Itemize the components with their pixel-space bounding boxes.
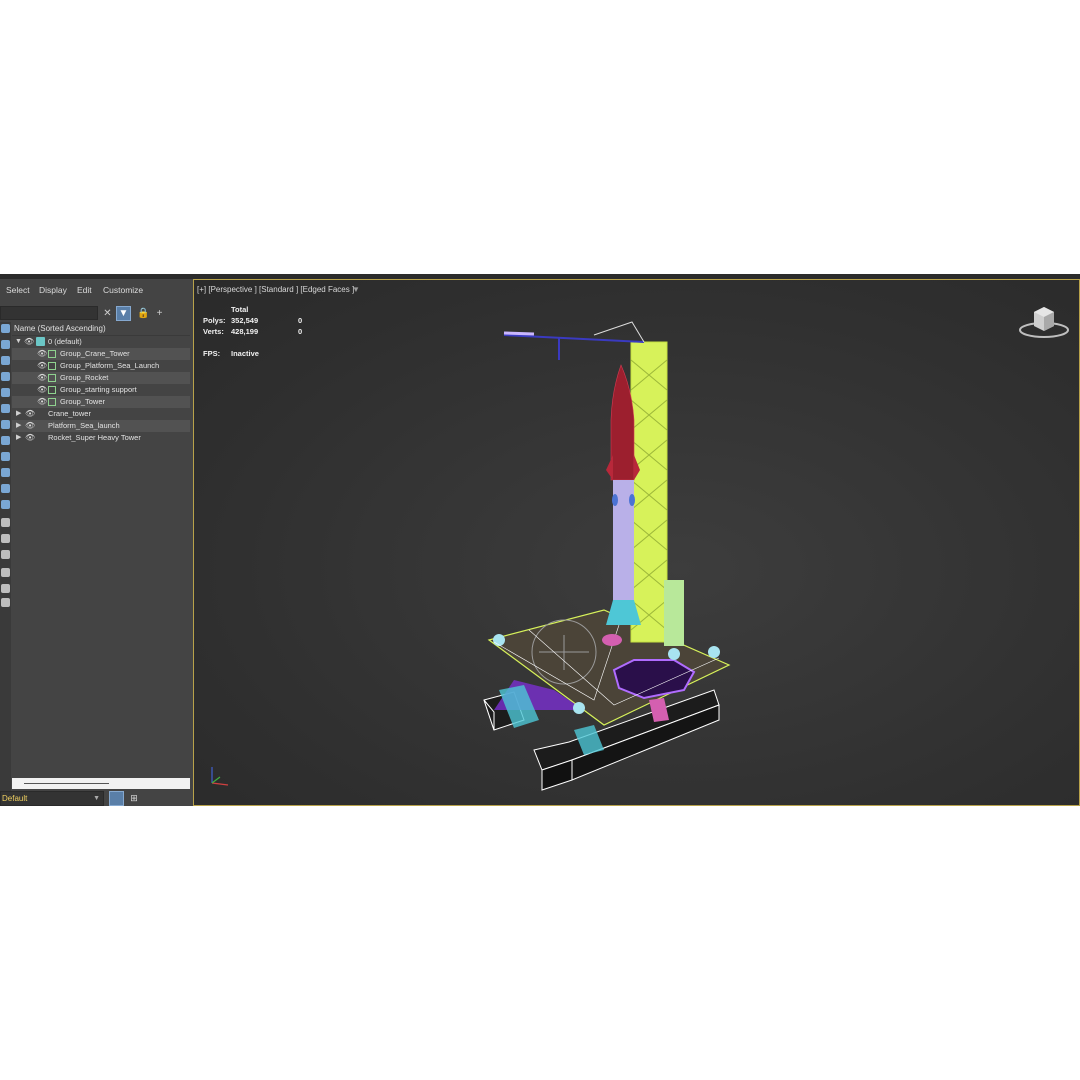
- explorer-tool-strip: [0, 322, 11, 802]
- visibility-eye-icon[interactable]: 👁: [37, 348, 47, 360]
- tree-column-header[interactable]: Name (Sorted Ascending): [12, 323, 190, 336]
- display-bones-icon[interactable]: [1, 452, 10, 461]
- display-cameras-icon[interactable]: [1, 372, 10, 381]
- layer-icon: [36, 337, 45, 346]
- display-helpers-icon[interactable]: [1, 388, 10, 397]
- scene-explorer-panel: Select Display Edit Customize ✕ ▼ 🔒 + Na…: [0, 279, 192, 806]
- tree-row-label: Group_starting support: [60, 385, 137, 394]
- filter-toggle-icon[interactable]: [1, 568, 10, 577]
- expand-arrow-icon[interactable]: ▶: [16, 420, 21, 432]
- tree-row-group[interactable]: 👁 Group_Platform_Sea_Launch: [12, 360, 190, 372]
- axis-tripod-icon: [211, 767, 229, 786]
- menu-customize[interactable]: Customize: [103, 285, 143, 295]
- tree-row-label: Platform_Sea_launch: [48, 421, 120, 430]
- tree-row-group[interactable]: 👁 Group_Crane_Tower: [12, 348, 190, 360]
- scene-render[interactable]: [194, 280, 1080, 807]
- scene-tree: Name (Sorted Ascending) ▼ 👁 0 (default) …: [12, 323, 190, 773]
- perspective-viewport[interactable]: [+] [Perspective ] [Standard ] [Edged Fa…: [193, 279, 1080, 806]
- group-icon: [48, 398, 56, 406]
- tree-row-label: Group_Crane_Tower: [60, 349, 130, 358]
- display-containers-icon[interactable]: [1, 468, 10, 477]
- viewport-label[interactable]: [+] [Perspective ] [Standard ] [Edged Fa…: [197, 285, 354, 294]
- filter-options-icon[interactable]: [1, 584, 10, 593]
- visibility-eye-icon[interactable]: 👁: [37, 396, 47, 408]
- tree-row-label: Group_Rocket: [60, 373, 109, 382]
- display-geometry-icon[interactable]: [1, 324, 10, 333]
- sort-by-hierarchy-icon[interactable]: ⊞: [127, 791, 141, 806]
- visibility-eye-icon[interactable]: 👁: [37, 360, 47, 372]
- visibility-eye-icon[interactable]: 👁: [37, 372, 47, 384]
- launch-tower: [630, 341, 684, 646]
- visibility-eye-icon[interactable]: 👁: [24, 336, 34, 348]
- tree-row-object[interactable]: ▶ 👁 Rocket_Super Heavy Tower: [12, 432, 190, 444]
- tree-row-layer[interactable]: ▼ 👁 0 (default): [12, 336, 190, 348]
- display-xrefs-icon[interactable]: [1, 436, 10, 445]
- tree-row-group[interactable]: 👁 Group_Tower: [12, 396, 190, 408]
- visibility-eye-icon[interactable]: 👁: [37, 384, 47, 396]
- menu-select[interactable]: Select: [6, 285, 30, 295]
- tree-row-object[interactable]: ▶ 👁 Platform_Sea_launch: [12, 420, 190, 432]
- display-frozen-icon[interactable]: [1, 484, 10, 493]
- display-invert-icon[interactable]: [1, 550, 10, 559]
- display-spacewarps-icon[interactable]: [1, 404, 10, 413]
- search-input[interactable]: [0, 306, 98, 320]
- tree-row-label: Group_Platform_Sea_Launch: [60, 361, 160, 370]
- group-icon: [48, 350, 56, 358]
- collapse-arrow-icon[interactable]: ▼: [15, 336, 22, 348]
- tree-row-label: Rocket_Super Heavy Tower: [48, 433, 141, 442]
- stats-polys-selected: 0: [298, 316, 303, 325]
- stats-total-header: Total: [231, 305, 249, 314]
- expand-arrow-icon[interactable]: ▶: [16, 432, 21, 444]
- display-shapes-icon[interactable]: [1, 340, 10, 349]
- tree-row-label: 0 (default): [48, 337, 82, 346]
- explorer-search-row: ✕ ▼ 🔒 +: [0, 304, 192, 322]
- stats-fps-label: FPS:: [203, 349, 221, 358]
- stats-polys-label: Polys:: [203, 316, 226, 325]
- group-icon: [48, 362, 56, 370]
- display-lights-icon[interactable]: [1, 356, 10, 365]
- clear-search-icon[interactable]: ✕: [100, 306, 115, 321]
- expand-arrow-icon[interactable]: ▶: [16, 408, 21, 420]
- group-icon: [48, 374, 56, 382]
- viewport-filter-icon[interactable]: ▼: [352, 285, 360, 294]
- tree-row-object[interactable]: ▶ 👁 Crane_tower: [12, 408, 190, 420]
- visibility-eye-icon[interactable]: 👁: [25, 432, 35, 444]
- viewcube-icon[interactable]: [1017, 300, 1071, 340]
- layer-select[interactable]: Default ▼: [0, 791, 104, 806]
- horizontal-scrollbar[interactable]: [12, 778, 190, 789]
- crane: [503, 321, 645, 360]
- app-window: Select Display Edit Customize ✕ ▼ 🔒 + Na…: [0, 274, 1080, 806]
- dropdown-caret-icon: ▼: [93, 795, 100, 802]
- layer-select-value: Default: [2, 794, 28, 803]
- tree-row-group[interactable]: 👁 Group_Rocket: [12, 372, 190, 384]
- menu-display[interactable]: Display: [39, 285, 67, 295]
- stats-polys-total: 352,549: [231, 316, 259, 325]
- stats-verts-selected: 0: [298, 327, 303, 336]
- lock-icon[interactable]: 🔒: [136, 306, 151, 321]
- tree-row-label: Crane_tower: [48, 409, 91, 418]
- menu-edit[interactable]: Edit: [77, 285, 92, 295]
- filter-icon[interactable]: ▼: [116, 306, 131, 321]
- stats-fps-value: Inactive: [231, 349, 259, 358]
- group-icon: [48, 386, 56, 394]
- display-hidden-icon[interactable]: [1, 500, 10, 509]
- display-none-icon[interactable]: [1, 534, 10, 543]
- explorer-menubar: Select Display Edit Customize: [0, 285, 192, 301]
- scene-options-icon[interactable]: [1, 598, 10, 607]
- explorer-bottom-bar: Default ▼ ⊞: [0, 791, 192, 807]
- display-all-icon[interactable]: [1, 518, 10, 527]
- tree-row-label: Group_Tower: [60, 397, 106, 406]
- sort-by-layers-button[interactable]: [109, 791, 124, 806]
- stats-verts-total: 428,199: [231, 327, 259, 336]
- stats-verts-label: Verts:: [203, 327, 224, 336]
- visibility-eye-icon[interactable]: 👁: [25, 420, 35, 432]
- visibility-eye-icon[interactable]: 👁: [25, 408, 35, 420]
- tree-row-group[interactable]: 👁 Group_starting support: [12, 384, 190, 396]
- scrollbar-thumb[interactable]: [24, 783, 109, 784]
- display-groups-icon[interactable]: [1, 420, 10, 429]
- add-layer-icon[interactable]: +: [152, 306, 167, 321]
